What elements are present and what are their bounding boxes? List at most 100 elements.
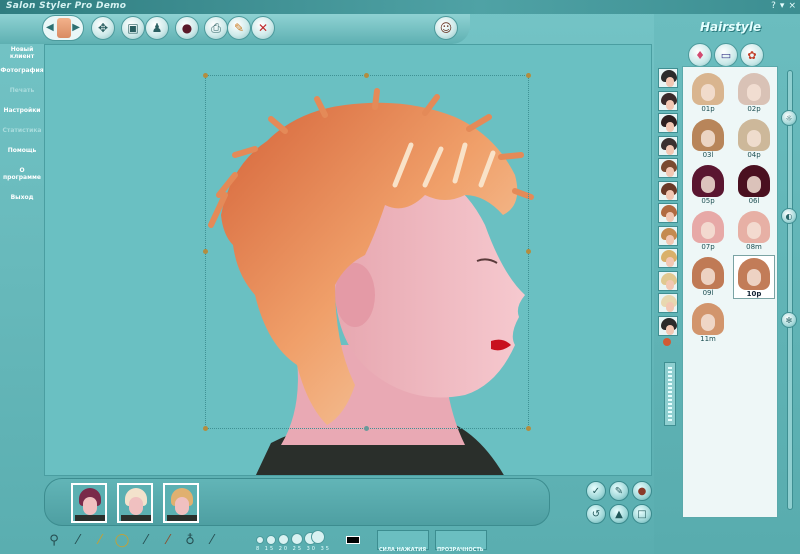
opacity-label: ПРОЗРАЧНОСТЬ xyxy=(437,547,484,553)
tool-brush[interactable]: ⁄ xyxy=(136,530,156,550)
menu-about[interactable]: О программе xyxy=(0,165,44,183)
category-spray-button[interactable]: ♦ xyxy=(688,43,712,67)
swatch-face xyxy=(666,212,674,222)
color-swatch-thumb[interactable] xyxy=(658,158,678,178)
brush-size-option[interactable] xyxy=(278,534,289,545)
tool-ring[interactable]: ◯ xyxy=(112,530,132,550)
menu-statistics[interactable]: Статистика xyxy=(0,125,44,136)
color-swatch-thumb[interactable] xyxy=(658,90,678,111)
history-thumb[interactable] xyxy=(71,483,107,523)
rotate-handle[interactable] xyxy=(364,426,369,431)
gallery-scrollbar[interactable] xyxy=(787,70,793,510)
menu-print[interactable]: Печать xyxy=(0,85,44,96)
color-swatch-thumb[interactable] xyxy=(658,203,678,223)
eraser-button[interactable]: ✎ xyxy=(227,16,251,40)
tool-dropper[interactable]: ⁄ xyxy=(158,530,178,550)
hairstyle-item[interactable]: 11m xyxy=(687,301,729,345)
tool-pencil[interactable]: ⁄ xyxy=(90,530,110,550)
history-thumb[interactable] xyxy=(117,483,153,523)
brightness-knob[interactable]: ☼ xyxy=(781,110,797,126)
style-button[interactable]: ● xyxy=(632,481,652,501)
color-swatch-thumb[interactable] xyxy=(658,68,678,88)
flip-button[interactable]: ▲ xyxy=(609,504,629,524)
history-shirt xyxy=(167,515,197,521)
move-button[interactable]: ✥ xyxy=(91,16,115,40)
hairstyle-item[interactable]: 04p xyxy=(733,117,775,161)
resize-handle[interactable] xyxy=(526,73,531,78)
help-icon[interactable]: ? xyxy=(771,1,776,11)
pen-icon: ✎ xyxy=(614,485,624,497)
client-photo-navigator[interactable]: ◀ ▶ xyxy=(42,15,84,41)
level-meter[interactable] xyxy=(664,362,676,426)
resize-handle[interactable] xyxy=(526,426,531,431)
hue-icon: ✻ xyxy=(785,315,793,325)
stylist-button[interactable]: ☺ xyxy=(434,16,458,40)
selection-frame xyxy=(205,75,529,429)
resize-handle[interactable] xyxy=(364,73,369,78)
portrait-icon: ▣ xyxy=(127,21,139,35)
hairstyle-item[interactable]: 02p xyxy=(733,71,775,115)
color-swatch[interactable] xyxy=(346,536,360,544)
figure-icon: ♟ xyxy=(151,21,163,35)
brush-size-option[interactable] xyxy=(291,533,303,545)
figure-button[interactable]: ♟ xyxy=(145,16,169,40)
photo-canvas[interactable] xyxy=(44,44,652,476)
contrast-knob[interactable]: ◐ xyxy=(781,208,797,224)
color-swatch-thumb[interactable] xyxy=(658,270,678,291)
next-arrow-icon[interactable]: ▶ xyxy=(72,22,80,33)
hair-button[interactable]: ● xyxy=(175,16,199,40)
hairstyle-thumbnail xyxy=(738,73,770,105)
color-swatch-thumb[interactable] xyxy=(658,293,678,313)
hairstyle-item[interactable]: 08m xyxy=(733,209,775,253)
tool-lasso[interactable]: ♁ xyxy=(180,530,200,550)
color-swatch-thumb[interactable] xyxy=(658,180,678,201)
hairstyle-item[interactable]: 06l xyxy=(733,163,775,207)
menu-new-client[interactable]: Новый клиент xyxy=(0,44,44,62)
prev-arrow-icon[interactable]: ◀ xyxy=(46,22,54,33)
print-button[interactable]: ⎙ xyxy=(204,16,228,40)
app-window: Salon Styler Pro Demo ? ▾ × ◀ ▶ ✥ ▣ ♟ ● … xyxy=(0,0,800,554)
category-palette-button[interactable]: ✿ xyxy=(740,43,764,67)
history-thumb[interactable] xyxy=(163,483,199,523)
menu-help[interactable]: Помощь xyxy=(0,145,44,156)
brush-size-option[interactable] xyxy=(256,536,264,544)
photo-button[interactable]: ▣ xyxy=(121,16,145,40)
pin-icon[interactable] xyxy=(663,338,671,346)
brush-size-option[interactable] xyxy=(266,535,276,545)
menu-settings[interactable]: Настройки xyxy=(0,105,44,116)
minimize-icon[interactable]: ▾ xyxy=(780,1,785,11)
flip-icon: ▲ xyxy=(615,508,623,520)
hue-knob[interactable]: ✻ xyxy=(781,312,797,328)
resize-handle[interactable] xyxy=(526,249,531,254)
resize-handle[interactable] xyxy=(203,426,208,431)
color-swatch-thumb[interactable] xyxy=(658,113,678,133)
hairstyle-item[interactable]: 07p xyxy=(687,209,729,253)
color-swatch-thumb[interactable] xyxy=(658,248,678,268)
hairstyle-item[interactable]: 09l xyxy=(687,255,729,299)
resize-handle[interactable] xyxy=(203,73,208,78)
brush-size-option[interactable] xyxy=(311,530,325,544)
color-swatch-thumb[interactable] xyxy=(658,225,678,246)
apply-button[interactable]: ✓ xyxy=(586,481,606,501)
category-monitor-button[interactable]: ▭ xyxy=(714,43,738,67)
left-menu: Новый клиент Фотография Печать Настройки… xyxy=(0,44,44,201)
tool-smudge[interactable]: ⁄ xyxy=(202,530,222,550)
edit-button[interactable]: ✎ xyxy=(609,481,629,501)
hairstyle-item[interactable]: 05p xyxy=(687,163,729,207)
crop-button[interactable]: □ xyxy=(632,504,652,524)
tool-pipette[interactable]: ⁄ xyxy=(68,530,88,550)
menu-exit[interactable]: Выход xyxy=(0,192,44,203)
hairstyle-item[interactable]: 03l xyxy=(687,117,729,161)
swatch-face xyxy=(666,77,674,87)
close-icon[interactable]: × xyxy=(788,1,796,11)
rotate-button[interactable]: ↺ xyxy=(586,504,606,524)
tool-wand[interactable]: ⚲ xyxy=(44,530,64,550)
color-swatch-thumb[interactable] xyxy=(658,135,678,156)
delete-button[interactable]: ✕ xyxy=(251,16,275,40)
resize-handle[interactable] xyxy=(203,249,208,254)
color-swatch-thumb[interactable] xyxy=(658,315,678,336)
history-face xyxy=(83,497,97,515)
hairstyle-item[interactable]: 01p xyxy=(687,71,729,115)
hairstyle-item[interactable]: 10p xyxy=(733,255,775,299)
menu-photo[interactable]: Фотография xyxy=(0,65,44,76)
